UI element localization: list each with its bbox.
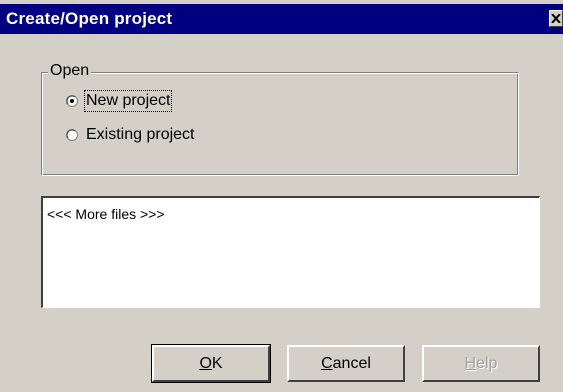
ok-mnemonic: O [199,355,212,372]
cancel-label-rest: ancel [332,355,371,372]
new-project-label[interactable]: New project [83,90,173,112]
radio-selected-icon[interactable] [66,95,78,107]
help-label-rest: elp [476,355,498,372]
window-title: Create/Open project [6,9,173,28]
close-x-icon [551,14,561,23]
cancel-button[interactable]: Cancel [287,345,405,382]
create-open-project-dialog: Create/Open project Open New project Exi… [0,0,563,392]
title-bar[interactable]: Create/Open project [0,4,563,34]
help-mnemonic: H [464,355,477,372]
cancel-mnemonic: C [321,355,333,372]
help-button[interactable]: Help [422,345,540,382]
radio-unselected-icon[interactable] [66,129,78,141]
open-group-label: Open [48,62,92,80]
close-button[interactable] [549,10,563,27]
ok-label-rest: K [211,355,223,372]
file-listbox[interactable]: <<< More files >>> [41,196,540,308]
ok-button[interactable]: OK [151,344,271,383]
list-item[interactable]: <<< More files >>> [47,206,165,222]
existing-project-label[interactable]: Existing project [86,126,195,144]
open-groupbox [41,72,519,176]
